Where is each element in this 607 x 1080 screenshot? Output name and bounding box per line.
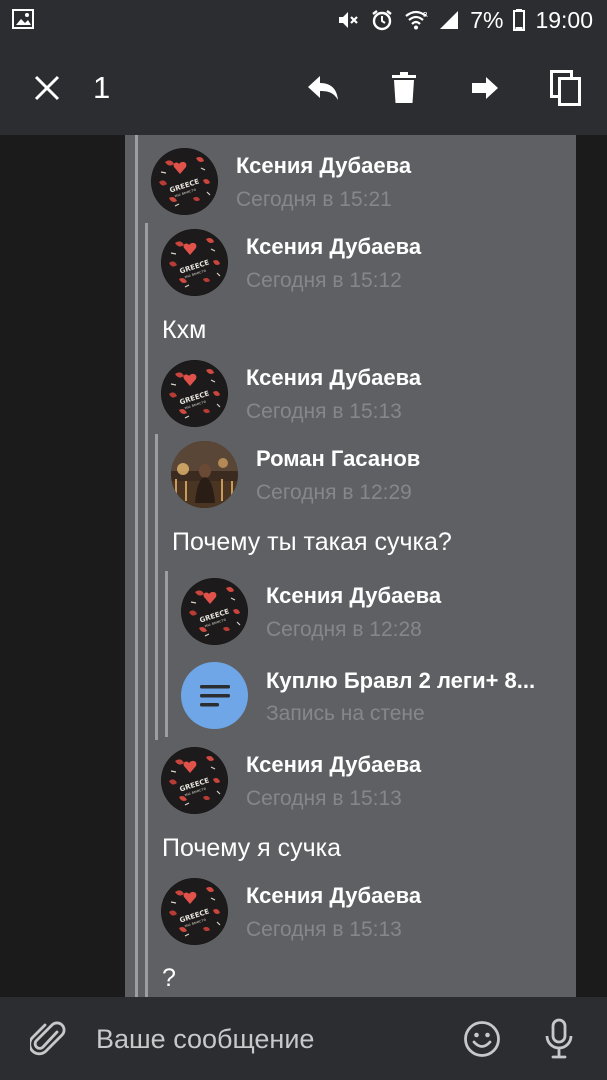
sender-name[interactable]: Ксения Дубаева	[246, 234, 421, 260]
attach-icon	[30, 1021, 66, 1056]
avatar[interactable]	[151, 148, 218, 215]
battery-label: 7%	[470, 6, 504, 33]
right-margin	[576, 135, 607, 997]
message-text: Почему ты такая сучка?	[172, 528, 452, 556]
close-icon	[34, 75, 60, 101]
copy-icon	[550, 70, 581, 106]
signal-icon	[438, 9, 460, 31]
message-time: Сегодня в 15:13	[246, 918, 402, 941]
sender-name[interactable]: Ксения Дубаева	[246, 365, 421, 391]
message-time: Сегодня в 12:29	[256, 481, 412, 504]
message-composer: Ваше сообщение	[0, 997, 607, 1080]
thread-line	[155, 434, 158, 740]
avatar[interactable]	[161, 360, 228, 427]
sender-name[interactable]: Ксения Дубаева	[246, 752, 421, 778]
svg-text:R: R	[423, 11, 428, 19]
avatar[interactable]	[161, 878, 228, 945]
microphone-icon	[545, 1018, 573, 1059]
avatar[interactable]	[161, 747, 228, 814]
sender-name[interactable]: Ксения Дубаева	[246, 883, 421, 909]
attach-button[interactable]	[24, 1015, 72, 1063]
reply-button[interactable]	[297, 62, 349, 114]
message-time: Сегодня в 12:28	[266, 618, 422, 641]
reply-icon	[308, 76, 338, 100]
message-time: Сегодня в 15:13	[246, 787, 402, 810]
status-bar: R 7% 19:00	[0, 0, 607, 40]
sender-name[interactable]: Ксения Дубаева	[266, 583, 441, 609]
message-text: Почему я сучка	[162, 834, 342, 862]
selection-toolbar: 1	[0, 40, 607, 135]
wall-post-title[interactable]: Куплю Бравл 2 леги+ 8...	[266, 668, 561, 694]
left-margin	[0, 135, 125, 997]
delete-button[interactable]	[378, 62, 430, 114]
message-input[interactable]: Ваше сообщение	[96, 1023, 314, 1055]
message-time: Сегодня в 15:12	[246, 269, 402, 292]
thread-line	[165, 571, 168, 737]
thread-line	[145, 223, 148, 997]
sender-name[interactable]: Ксения Дубаева	[236, 153, 411, 179]
emoji-button[interactable]	[458, 1015, 506, 1063]
voice-button[interactable]	[535, 1015, 583, 1063]
wall-post-subtitle: Запись на стене	[266, 702, 425, 725]
avatar[interactable]	[171, 441, 238, 508]
forward-button[interactable]	[459, 62, 511, 114]
copy-button[interactable]	[540, 62, 592, 114]
selected-count: 1	[93, 70, 111, 105]
message-time: Сегодня в 15:21	[236, 188, 392, 211]
message-time: Сегодня в 15:13	[246, 400, 402, 423]
emoji-icon	[464, 1021, 500, 1057]
message-text: Кхм	[162, 316, 207, 344]
clock: 19:00	[535, 6, 593, 33]
avatar[interactable]	[181, 578, 248, 645]
sender-name[interactable]: Роман Гасанов	[256, 446, 420, 472]
battery-icon	[513, 9, 526, 31]
document-icon	[199, 684, 230, 706]
close-button[interactable]	[21, 62, 73, 114]
message-text: ?	[162, 964, 176, 992]
forward-icon	[472, 77, 498, 99]
thread-line	[135, 135, 138, 997]
selected-message[interactable]: Ксения Дубаева Сегодня в 15:21 Ксения Ду…	[125, 135, 576, 997]
gallery-icon	[12, 9, 34, 29]
wifi-icon: R	[404, 9, 428, 31]
mute-icon	[336, 8, 360, 32]
wall-post-icon[interactable]	[181, 662, 248, 729]
delete-icon	[392, 72, 416, 103]
alarm-icon	[370, 8, 394, 32]
avatar[interactable]	[161, 229, 228, 296]
